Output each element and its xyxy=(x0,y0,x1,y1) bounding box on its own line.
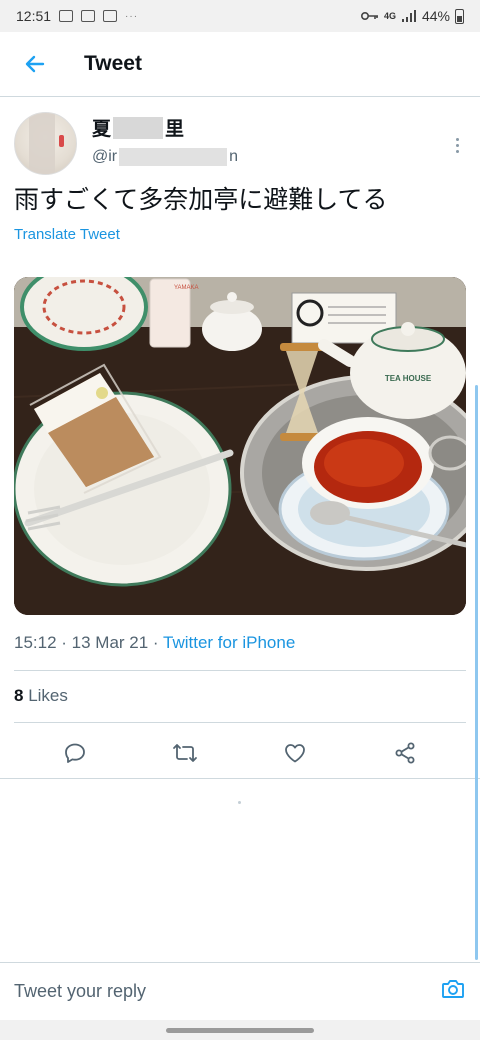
translate-tweet-link[interactable]: Translate Tweet xyxy=(14,226,120,243)
meta-separator: · xyxy=(56,633,72,652)
page-title: Tweet xyxy=(84,52,142,75)
reply-button[interactable] xyxy=(55,733,95,773)
meta-separator: · xyxy=(148,633,164,652)
tweet-author: 夏 里 @ir n xyxy=(14,110,466,175)
handle-start: @ir xyxy=(92,148,118,165)
avatar-accent xyxy=(59,135,64,147)
camera-icon xyxy=(442,980,464,998)
tweet-meta: 15:12 · 13 Mar 21 · Twitter for iPhone xyxy=(14,633,295,653)
likes-label: Likes xyxy=(23,686,68,705)
signal-icon xyxy=(401,10,416,22)
retweet-button[interactable] xyxy=(165,733,205,773)
glass-label: YAMAKA xyxy=(174,285,199,291)
author-handle: @ir n xyxy=(92,148,238,166)
battery-percent: 44% xyxy=(421,8,450,24)
tweet-date: 13 Mar 21 xyxy=(71,633,149,652)
author-name[interactable]: 夏 里 xyxy=(92,114,184,141)
back-button[interactable] xyxy=(0,32,70,97)
camera-button[interactable] xyxy=(440,977,466,1006)
battery-icon xyxy=(455,8,464,24)
status-bar: 12:51 ··· 4G 44% xyxy=(0,0,480,32)
loading-dot xyxy=(238,801,241,804)
author-name-start: 夏 xyxy=(92,119,112,140)
name-redaction xyxy=(113,116,164,139)
system-nav-bar xyxy=(0,1020,480,1040)
avatar[interactable] xyxy=(14,112,77,175)
share-icon xyxy=(395,742,415,764)
mail-icon xyxy=(103,10,118,22)
avatar-blur xyxy=(29,113,55,174)
handle-end: n xyxy=(229,148,239,165)
more-dot xyxy=(455,149,459,153)
scrollbar[interactable] xyxy=(475,385,478,960)
more-options-button[interactable] xyxy=(448,132,466,158)
retweet-icon xyxy=(173,744,197,762)
tweet-time: 15:12 xyxy=(14,633,57,652)
tweet-photo[interactable]: TEA HOUSE YAMAKA xyxy=(14,277,466,615)
key-icon xyxy=(360,12,378,20)
more-dot xyxy=(455,137,459,141)
notification-icon xyxy=(59,10,74,22)
reply-composer[interactable]: Tweet your reply xyxy=(0,962,480,1020)
home-gesture-handle[interactable] xyxy=(166,1028,314,1033)
share-button[interactable] xyxy=(385,733,425,773)
teapot-logo: TEA HOUSE xyxy=(385,374,432,383)
app-header: Tweet xyxy=(0,32,480,97)
divider xyxy=(14,670,466,671)
divider xyxy=(14,722,466,723)
gallery-icon xyxy=(81,10,96,22)
reply-icon xyxy=(65,743,85,763)
status-time: 12:51 xyxy=(16,8,52,24)
tweet-actions xyxy=(0,728,480,778)
tweet-client-link[interactable]: Twitter for iPhone xyxy=(163,633,295,652)
more-dot xyxy=(455,143,459,147)
arrow-left-icon xyxy=(25,55,45,73)
tweet-photo-svg: TEA HOUSE YAMAKA xyxy=(14,277,466,615)
reply-input-placeholder[interactable]: Tweet your reply xyxy=(14,981,146,1002)
author-name-end: 里 xyxy=(165,119,185,140)
tweet-text: 雨すごくて多奈加亭に避難してる xyxy=(14,185,388,214)
handle-redaction xyxy=(119,148,228,166)
more-notifications: ··· xyxy=(125,10,139,22)
likes-count[interactable]: 8 Likes xyxy=(14,686,68,706)
like-button[interactable] xyxy=(275,733,315,773)
like-icon xyxy=(285,744,305,763)
network-label: 4G xyxy=(383,11,396,21)
thread-separator xyxy=(0,778,480,779)
